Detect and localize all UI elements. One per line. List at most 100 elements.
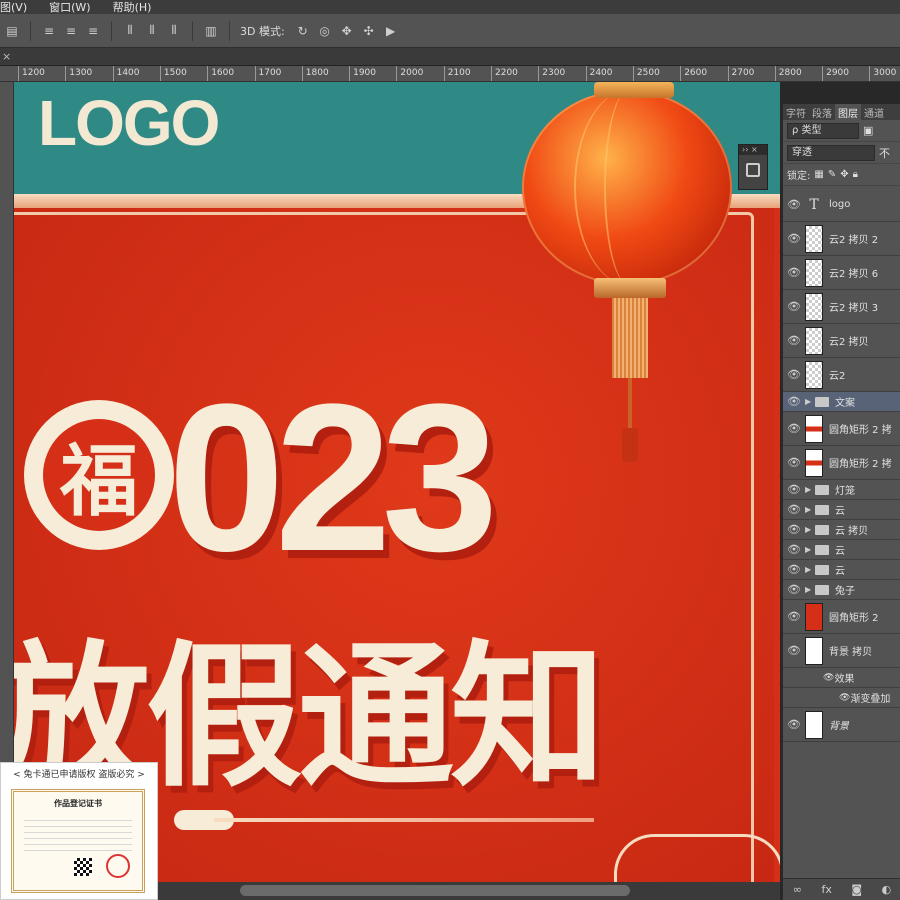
layer-row[interactable]: 👁︎ Tlogo [783,188,900,222]
layer-row[interactable]: 👁︎ 云2 拷贝 6 [783,256,900,290]
3d-pan-icon[interactable]: ✥ [339,23,355,39]
ruler-tick: 2300 [538,66,565,81]
visibility-eye-icon[interactable]: 👁︎ [783,503,805,516]
visibility-eye-icon[interactable]: 👁︎ [783,334,805,347]
layer-row[interactable]: 👁︎ 圆角矩形 2 拷 [783,412,900,446]
tab-paragraph[interactable]: 段落 [809,104,835,120]
tab-layers[interactable]: 图层 [835,104,861,120]
layer-row[interactable]: 👁︎ ▶ 云 [783,560,900,580]
layer-row[interactable]: 👁︎ 圆角矩形 2 [783,600,900,634]
visibility-eye-icon[interactable]: 👁︎ [783,198,805,211]
align-middle-icon[interactable]: ≡ [63,23,79,39]
layer-row[interactable]: 👁︎ 云2 拷贝 2 [783,222,900,256]
lantern-cap [594,82,674,98]
expand-arrow-icon[interactable]: ▶ [805,545,815,554]
align-bottom-icon[interactable]: ≡ [85,23,101,39]
3d-rotate-icon[interactable]: ↻ [295,23,311,39]
menu-help[interactable]: 帮助(H) [113,0,152,15]
panel-tabs: 字符 段落 图层 通道 [783,104,900,120]
ruler-tick: 1900 [349,66,376,81]
3d-scale-icon[interactable]: ▶ [383,23,399,39]
layer-row[interactable]: 👁︎ ▶ 兔子 [783,580,900,600]
horizontal-ruler: 1200 1300 1400 1500 1600 1700 1800 1900 2000 2100… [0,66,900,82]
layer-row[interactable]: 👁︎ 云2 拷贝 [783,324,900,358]
image-filter-icon[interactable]: ▣ [863,124,873,137]
visibility-eye-icon[interactable]: 👁︎ [783,300,805,313]
align-icon[interactable]: ▤ [4,23,20,39]
align-center-icon[interactable]: ⫴ [144,23,160,39]
layer-name: 灯笼 [835,486,855,497]
visibility-eye-icon[interactable]: 👁︎ [783,543,805,556]
visibility-eye-icon[interactable]: 👁︎ [783,563,805,576]
layer-name: 渐变叠加 [850,694,891,705]
lock-position-icon[interactable]: ✥ [840,169,848,180]
expand-arrow-icon[interactable]: ▶ [805,525,815,534]
visibility-eye-icon[interactable]: 👁︎ [783,523,805,536]
visibility-eye-icon[interactable]: 👁︎ [783,266,805,279]
divider [192,20,193,41]
link-icon[interactable]: ∞ [793,883,802,896]
expand-arrow-icon[interactable]: ▶ [805,397,815,406]
layer-row[interactable]: 👁︎ ▶ 云 拷贝 [783,520,900,540]
close-tab-icon[interactable]: × [2,50,11,63]
visibility-eye-icon[interactable]: 👁︎ [783,610,805,623]
lock-all-icon[interactable]: 🔒︎ [853,169,858,180]
expand-arrow-icon[interactable]: ▶ [805,505,815,514]
layer-row[interactable]: 👁︎ ▶ 云 [783,540,900,560]
visibility-eye-icon[interactable]: 👁︎ [783,583,805,596]
expand-arrow-icon[interactable]: ▶ [805,485,815,494]
ruler-tick: 2700 [727,66,754,81]
layer-name: 圆角矩形 2 拷 [829,459,892,470]
layer-name: 背景 拷贝 [829,647,873,658]
layer-row[interactable]: 👁︎ ▶ 灯笼 [783,480,900,500]
mask-icon[interactable]: ◙ [851,883,862,896]
align-right-icon[interactable]: ⫴ [166,23,182,39]
layer-filter-select[interactable]: ρ 类型 [787,122,859,139]
tab-character[interactable]: 字符 [783,104,809,120]
folder-icon [815,524,829,535]
visibility-eye-icon[interactable]: 👁︎ [783,232,805,245]
visibility-eye-icon[interactable]: 👁︎ [783,368,805,381]
scrollbar-thumb[interactable] [240,885,630,896]
visibility-eye-icon[interactable]: 👁︎ [783,718,805,731]
layer-row[interactable]: 👁︎ ▶ 云 [783,500,900,520]
lock-paint-icon[interactable]: ✎ [828,169,836,180]
layer-row[interactable]: 👁︎ 云2 拷贝 3 [783,290,900,324]
visibility-eye-icon[interactable]: 👁︎ [783,395,805,408]
layer-row[interactable]: 👁︎ 效果 [783,668,900,688]
3d-roll-icon[interactable]: ◎ [317,23,333,39]
align-left-icon[interactable]: ⫴ [122,23,138,39]
menu-view[interactable]: 图(V) [0,0,27,15]
layer-row[interactable]: 👁︎ 云2 [783,358,900,392]
fx-icon[interactable]: fx [821,883,831,896]
layer-row[interactable]: 👁︎ 圆角矩形 2 拷 [783,446,900,480]
3d-panel-icon[interactable] [746,163,760,177]
distribute-icon[interactable]: ▥ [203,23,219,39]
layer-thumbnail [805,360,823,389]
menu-window[interactable]: 窗口(W) [49,0,90,15]
certificate-title: 作品登记证书 [54,798,102,808]
fu-character: 福 [43,419,155,531]
layer-row[interactable]: 👁︎ 背景 拷贝 [783,634,900,668]
blend-mode-select[interactable]: 穿透 [787,144,875,161]
adjustment-icon[interactable]: ◐ [882,883,892,896]
visibility-eye-icon[interactable]: 👁︎ [783,644,805,657]
layer-row[interactable]: 👁︎ 背景 [783,708,900,742]
visibility-eye-icon[interactable]: 👁︎ [783,422,805,435]
mini-panel-header[interactable]: ›› × [739,145,767,155]
visibility-eye-icon[interactable]: 👁︎ [783,483,805,496]
visibility-eye-icon[interactable]: 👁︎ [783,456,805,469]
layer-row[interactable]: 👁︎ ▶ 文案 [783,392,900,412]
tab-channels[interactable]: 通道 [861,104,887,120]
layer-row[interactable]: 👁︎ 渐变叠加 [783,688,900,708]
year-digits-text: 023 [168,360,498,595]
3d-slide-icon[interactable]: ✣ [361,23,377,39]
mini-floating-panel[interactable]: ›› × [738,144,768,190]
ruler-tick: 1600 [207,66,234,81]
effect-visibility-icon[interactable]: 👁︎ [823,673,834,683]
expand-arrow-icon[interactable]: ▶ [805,585,815,594]
align-top-icon[interactable]: ≡ [41,23,57,39]
lock-transparent-icon[interactable]: ▦ [814,169,823,180]
effect-visibility-icon[interactable]: 👁︎ [839,693,850,703]
expand-arrow-icon[interactable]: ▶ [805,565,815,574]
